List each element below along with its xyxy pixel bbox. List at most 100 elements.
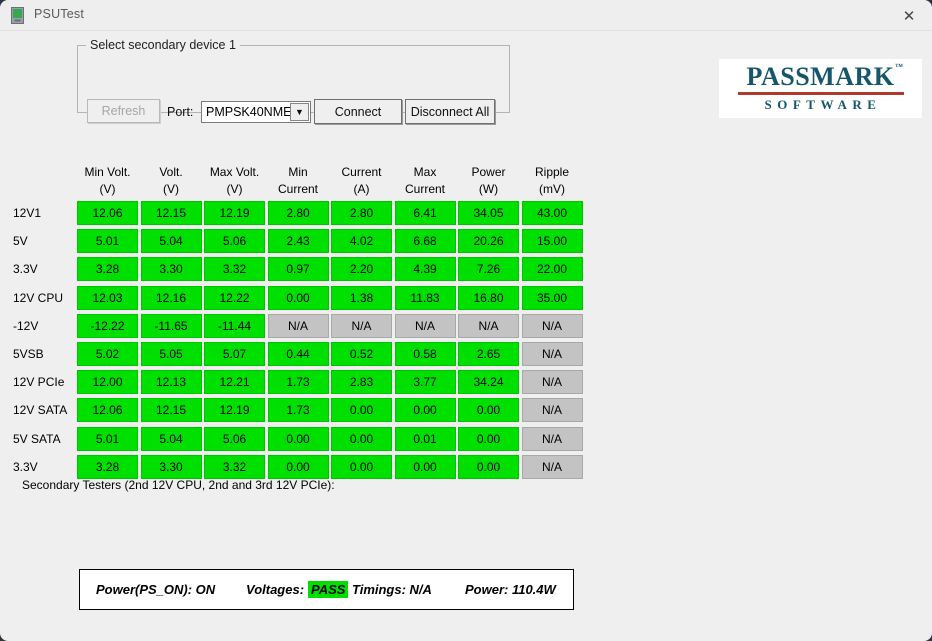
table-cell: 12.15 <box>140 201 202 225</box>
window-title: PSUTest <box>34 7 85 21</box>
psutest-window: PSUTest ✕ Select secondary device 1 Refr… <box>0 0 932 641</box>
logo-subtitle: SOFTWARE <box>764 97 882 112</box>
table-cell: 0.00 <box>394 454 456 479</box>
secondary-testers-title: Secondary Testers (2nd 12V CPU, 2nd and … <box>22 478 335 492</box>
table-cell: -11.44 <box>204 313 265 338</box>
table-cell: 12.00 <box>77 370 138 395</box>
status-timings: Timings: N/A <box>352 582 432 597</box>
table-cell: 0.44 <box>267 342 329 366</box>
app-icon <box>11 7 24 24</box>
table-cell: 12.03 <box>77 285 138 310</box>
row-label: 12V CPU <box>13 290 64 305</box>
table-cell: 34.24 <box>458 370 519 395</box>
logo-divider <box>737 92 904 95</box>
row-label: 5V SATA <box>13 431 61 446</box>
status-voltages-label: Voltages: <box>246 582 305 597</box>
table-cell: N/A <box>331 313 392 338</box>
table-cell: N/A <box>521 313 583 338</box>
table-cell: 0.00 <box>458 398 519 423</box>
column-header-line1: Ripple <box>534 165 570 179</box>
table-cell: 5.02 <box>77 342 138 366</box>
disconnect-all-button[interactable]: Disconnect All <box>405 99 495 124</box>
title-bar: PSUTest ✕ <box>0 0 932 31</box>
column-header-line2: (A) <box>353 182 370 196</box>
table-cell: 5.05 <box>140 342 202 366</box>
table-cell: 6.41 <box>394 201 456 225</box>
client-area: Select secondary device 1 Refresh Port: … <box>1 31 931 640</box>
close-icon[interactable]: ✕ <box>886 0 932 31</box>
table-cell: 3.28 <box>77 454 138 479</box>
table-cell: 4.39 <box>394 257 456 282</box>
table-cell: N/A <box>521 342 583 366</box>
table-cell: 2.20 <box>331 257 392 282</box>
column-header-line2: (mV) <box>539 182 565 196</box>
table-cell: 12.19 <box>204 398 265 423</box>
refresh-button[interactable]: Refresh <box>87 99 160 123</box>
table-cell: 35.00 <box>521 285 583 310</box>
table-cell: 0.00 <box>267 454 329 479</box>
column-header-line1: Max Volt. <box>209 165 260 179</box>
column-header: Current (A) <box>331 164 392 198</box>
row-label: 5V <box>13 234 28 249</box>
table-cell: 34.05 <box>458 201 519 225</box>
chevron-down-icon[interactable]: ▼ <box>290 103 309 121</box>
column-header: Min Volt. (V) <box>77 164 138 198</box>
table-cell: 0.00 <box>394 398 456 423</box>
port-selected-value: PMPSK40NME <box>206 105 292 119</box>
column-header-line2: (V) <box>163 182 179 196</box>
table-cell: 3.30 <box>140 257 202 282</box>
table-cell: 5.06 <box>204 426 265 451</box>
table-cell: 5.06 <box>204 229 265 254</box>
table-cell: 0.00 <box>458 454 519 479</box>
column-header-line2: (V) <box>99 182 116 196</box>
table-cell: 0.58 <box>394 342 456 366</box>
table-cell: 12.16 <box>140 285 202 310</box>
table-cell: 22.00 <box>521 257 583 282</box>
logo-wordmark: PASSMARK ™ <box>747 63 903 90</box>
table-cell: 2.83 <box>331 370 392 395</box>
connect-button[interactable]: Connect <box>314 99 402 124</box>
table-cell: 5.04 <box>140 229 202 254</box>
table-cell: N/A <box>521 370 583 395</box>
table-cell: 3.30 <box>140 454 202 479</box>
status-power-watts: Power: 110.4W <box>465 582 556 597</box>
table-cell: 0.00 <box>331 398 392 423</box>
table-cell: 0.00 <box>267 426 329 451</box>
table-cell: 12.19 <box>204 201 265 225</box>
column-header: Power (W) <box>458 164 519 198</box>
table-cell: 1.73 <box>267 370 329 395</box>
column-header: Ripple (mV) <box>522 164 583 198</box>
table-cell: N/A <box>521 454 583 479</box>
table-cell: 2.43 <box>267 229 329 254</box>
row-label: 3.3V <box>13 459 38 474</box>
table-cell: 5.01 <box>77 229 138 254</box>
table-cell: 12.22 <box>204 285 265 310</box>
table-cell: 1.38 <box>331 285 392 310</box>
table-cell: 12.06 <box>77 398 138 423</box>
table-cell: 3.28 <box>77 257 138 282</box>
table-cell: 12.06 <box>77 201 138 225</box>
column-header-line2: (W) <box>478 182 499 196</box>
table-cell: 1.73 <box>267 398 329 423</box>
table-cell: 5.01 <box>77 426 138 451</box>
column-header-line1: Current <box>341 165 382 179</box>
table-cell: 0.00 <box>331 426 392 451</box>
status-bar: Power(PS_ON): ON Voltages: PASS Timings:… <box>79 569 574 610</box>
table-cell: 7.26 <box>458 257 519 282</box>
table-cell: 0.97 <box>267 257 329 282</box>
table-cell: N/A <box>521 426 583 451</box>
column-header: Max Volt. (V) <box>204 164 265 198</box>
port-select[interactable]: PMPSK40NME ▼ <box>201 101 311 123</box>
table-cell: 11.83 <box>394 285 456 310</box>
table-cell: -12.22 <box>77 313 138 338</box>
table-cell: 5.07 <box>204 342 265 366</box>
table-cell: 0.52 <box>331 342 392 366</box>
table-cell: 12.13 <box>140 370 202 395</box>
status-power-state: Power(PS_ON): ON <box>96 582 216 597</box>
column-header-line2: (V) <box>226 182 243 196</box>
table-cell: 5.04 <box>140 426 202 451</box>
table-cell: -11.65 <box>140 313 202 338</box>
table-cell: 0.00 <box>458 426 519 451</box>
port-label: Port: <box>167 105 194 119</box>
table-cell: 12.21 <box>204 370 265 395</box>
